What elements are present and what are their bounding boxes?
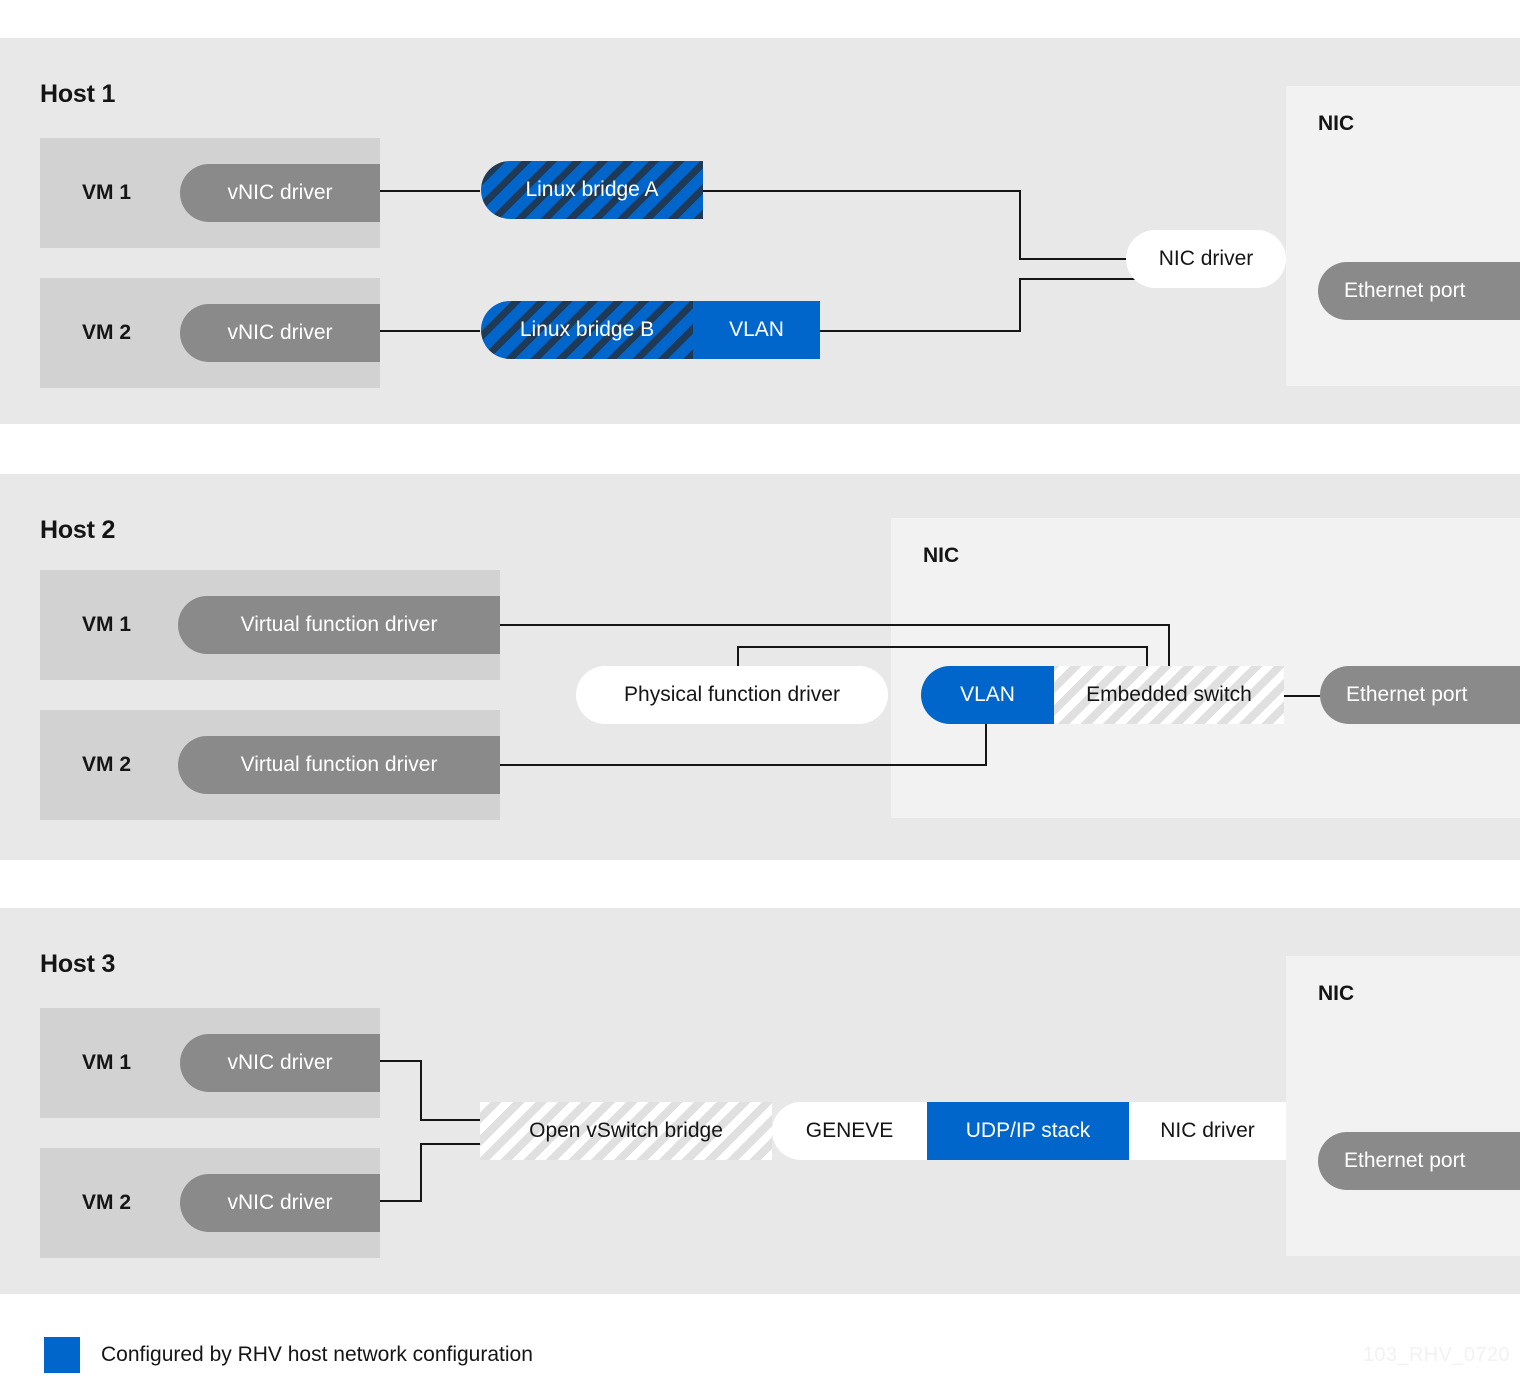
host-3-udp-ip-stack-chip: UDP/IP stack [927,1102,1129,1160]
host-1-vm-2-label: VM 2 [82,321,132,344]
host-1-wire-bridge-a-down [1019,190,1021,258]
host-1-wire-vlan-right [820,330,1021,332]
host-1-nic-panel: NIC Ethernet port [1286,86,1520,386]
host-2-nic-title: NIC [923,544,960,567]
host-3-udp-ip-stack-label: UDP/IP stack [965,1119,1091,1142]
host-1-linux-bridge-b-label: Linux bridge B [519,318,655,341]
host-2-vm-2-label: VM 2 [82,753,132,776]
host-1-vlan-chip: VLAN [693,301,820,359]
host-1-linux-bridge-b-chip: Linux bridge B [481,301,693,359]
host-1-linux-bridge-a-chip: Linux bridge A [481,161,703,219]
legend-label: Configured by RHV host network configura… [101,1343,533,1366]
diagram-watermark: 103_RHV_0720 [1362,1344,1510,1366]
host-3-ethernet-port: Ethernet port [1318,1132,1520,1190]
host-1-nic-driver-chip: NIC driver [1126,230,1286,288]
host-2-embedded-switch-label: Embedded switch [1086,683,1252,706]
host-1-wire-vm1-to-bridge-a [380,190,480,192]
legend: Configured by RHV host network configura… [44,1337,533,1373]
host-1-title: Host 1 [40,80,116,108]
host-3-vm-2-box: VM 2 vNIC driver [40,1148,380,1258]
network-architecture-diagram: Host 1 VM 1 vNIC driver VM 2 vNIC driver… [0,0,1520,1396]
host-1-linux-bridge-a-label: Linux bridge A [525,178,659,201]
host-1-nic-driver-label: NIC driver [1158,247,1254,270]
host-2-title: Host 2 [40,516,116,544]
host-1-vm-1-box: VM 1 vNIC driver [40,138,380,248]
host-3-vm-1-box: VM 1 vNIC driver [40,1008,380,1118]
host-3-geneve-label: GENEVE [805,1119,894,1142]
host-2-vm-1-driver-pill: Virtual function driver [178,596,500,654]
host-1-vm-1-label: VM 1 [82,181,132,204]
host-2-vlan-label: VLAN [960,683,1015,706]
host-2-wire-switch-to-eth [1284,695,1320,697]
host-3-vm-2-label: VM 2 [82,1191,132,1214]
legend-color-swatch [44,1337,80,1373]
host-1-vm-1-driver-pill: vNIC driver [180,164,380,222]
host-3-vm-2-driver-pill: vNIC driver [180,1174,380,1232]
host-3-nic-driver-label: NIC driver [1160,1119,1255,1142]
host-2-physical-function-driver-chip: Physical function driver [576,666,888,724]
host-3-wire-vm2-up [420,1143,422,1202]
host-1-ethernet-port: Ethernet port [1318,262,1520,320]
host-3-wire-vm1-out [380,1060,422,1062]
host-1-vm-2-box: VM 2 vNIC driver [40,278,380,388]
host-2-ethernet-port-label: Ethernet port [1346,683,1468,706]
host-2-panel: Host 2 NIC VM 1 Virtual function driver … [0,474,1520,860]
host-1-wire-vlan-up [1019,278,1021,332]
host-3-vm-1-driver-pill: vNIC driver [180,1034,380,1092]
host-2-embedded-switch-chip: Embedded switch [1054,666,1284,724]
host-3-vm-1-label: VM 1 [82,1051,132,1074]
host-3-geneve-chip: GENEVE [772,1102,927,1160]
host-1-vm-2-driver-pill: vNIC driver [180,304,380,362]
host-2-vm-2-box: VM 2 Virtual function driver [40,710,500,820]
host-2-vm-1-box: VM 1 Virtual function driver [40,570,500,680]
host-1-panel: Host 1 VM 1 vNIC driver VM 2 vNIC driver… [0,38,1520,424]
host-3-panel: Host 3 VM 1 vNIC driver VM 2 vNIC driver… [0,908,1520,1294]
host-3-wire-vm2-out [380,1200,422,1202]
host-3-nic-driver-chip: NIC driver [1129,1102,1286,1160]
host-3-open-vswitch-bridge-chip: Open vSwitch bridge [480,1102,772,1160]
host-2-wire-pf-rail [737,646,1148,648]
host-2-wire-vm2-rail [500,764,987,766]
host-2-ethernet-port: Ethernet port [1320,666,1520,724]
host-2-wire-vm1-top-rail [500,624,1170,626]
host-3-nic-panel: NIC Ethernet port [1286,956,1520,1256]
host-2-vm-2-driver-pill: Virtual function driver [178,736,500,794]
host-3-nic-title: NIC [1318,982,1355,1005]
host-1-vlan-label: VLAN [729,318,784,341]
host-3-open-vswitch-bridge-label: Open vSwitch bridge [529,1119,723,1142]
host-1-wire-vm2-to-bridge-b [380,330,480,332]
host-1-nic-title: NIC [1318,112,1355,135]
host-3-title: Host 3 [40,950,116,978]
host-3-wire-vm1-down [420,1060,422,1121]
host-1-wire-bridge-a-right [703,190,1021,192]
host-2-vm-1-label: VM 1 [82,613,132,636]
host-2-vlan-chip: VLAN [921,666,1054,724]
host-2-physical-function-driver-label: Physical function driver [624,683,840,706]
